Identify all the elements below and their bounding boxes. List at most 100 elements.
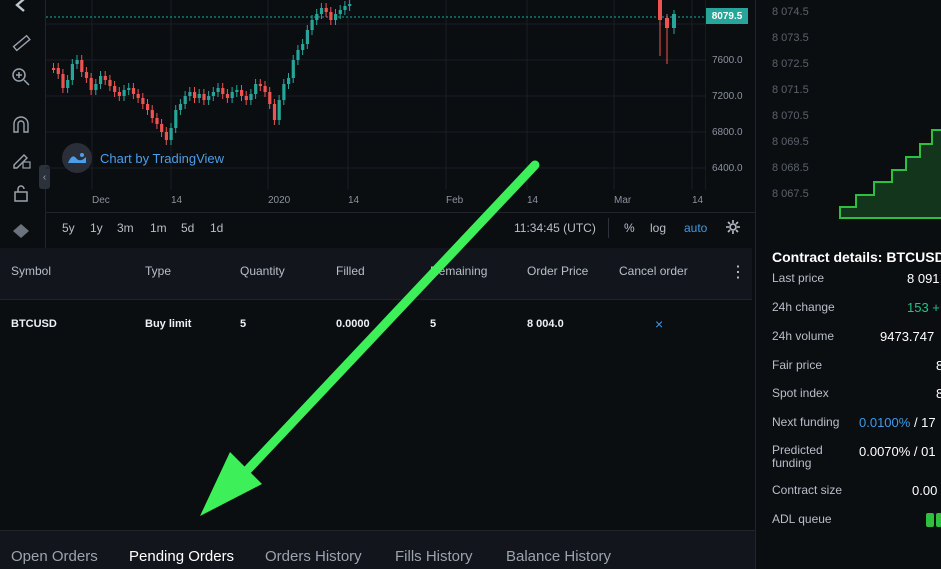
candle-body xyxy=(258,84,262,86)
tradingview-link[interactable]: Chart by TradingView xyxy=(100,151,224,166)
x-axis-label: 14 xyxy=(527,195,539,206)
candle-body xyxy=(113,86,117,92)
candle-body xyxy=(202,94,206,100)
tab-open-orders[interactable]: Open Orders xyxy=(11,548,98,565)
depth-price-label: 8 073.5 xyxy=(772,32,809,44)
candle-body xyxy=(301,44,305,50)
log-scale-button[interactable]: log xyxy=(650,221,666,235)
auto-scale-button[interactable]: auto xyxy=(684,221,707,235)
candle-body xyxy=(324,8,328,12)
depth-price-label: 8 070.5 xyxy=(772,110,809,122)
range-5y-button[interactable]: 5y xyxy=(62,221,75,235)
tab-orders-history[interactable]: Orders History xyxy=(265,548,362,565)
candle-body xyxy=(80,60,84,72)
x-axis-label: 14 xyxy=(171,195,183,206)
y-axis-label: 6800.0 xyxy=(712,127,743,138)
depth-price-label: 8 067.5 xyxy=(772,188,809,200)
candle-body xyxy=(319,8,324,14)
candle-body xyxy=(658,0,662,20)
candle-body xyxy=(160,124,164,132)
magnet-icon[interactable] xyxy=(8,112,34,138)
candle-body xyxy=(66,80,70,88)
candle-body xyxy=(136,94,140,98)
x-axis-label: 14 xyxy=(692,195,704,206)
candle-body xyxy=(315,14,319,20)
col-cancel-order[interactable]: Cancel order xyxy=(619,264,688,278)
change-24h-label: 24h change xyxy=(772,300,835,314)
range-5d-button[interactable]: 5d xyxy=(181,221,194,235)
candle-body xyxy=(127,88,131,90)
chart-controls-bar: 5y 1y 3m 1m 5d 1d 11:34:45 (UTC) % log a… xyxy=(46,212,755,242)
x-axis-label: Dec xyxy=(92,195,110,206)
adl-queue-label: ADL queue xyxy=(772,512,832,526)
tradingview-brand[interactable]: Chart by TradingView xyxy=(62,143,224,173)
contract-details-title: Contract details: BTCUSD xyxy=(772,249,941,265)
percent-scale-button[interactable]: % xyxy=(624,221,635,235)
candle-body xyxy=(89,78,93,90)
visibility-icon[interactable] xyxy=(8,218,34,244)
candle-body xyxy=(75,60,79,64)
y-axis-label: 7600.0 xyxy=(712,55,743,66)
candle-body xyxy=(174,110,178,128)
tab-fills-history[interactable]: Fills History xyxy=(395,548,473,565)
zoom-in-icon[interactable] xyxy=(8,64,34,90)
candle-body xyxy=(61,74,65,88)
fair-price-value: 8 xyxy=(936,358,941,373)
candle-body xyxy=(146,104,150,110)
x-axis-label: Feb xyxy=(446,195,464,206)
lock-drawing-icon[interactable] xyxy=(8,146,34,172)
order-symbol: BTCUSD xyxy=(11,318,57,330)
order-quantity: 5 xyxy=(240,318,247,330)
range-1d-button[interactable]: 1d xyxy=(210,221,223,235)
candle-body xyxy=(197,94,201,98)
candle-body xyxy=(263,86,267,92)
volume-24h-value: 9473.747 xyxy=(880,329,935,344)
unlock-icon[interactable] xyxy=(8,180,34,206)
depth-price-label: 8 069.5 xyxy=(772,136,809,148)
back-arrow-icon[interactable] xyxy=(8,0,34,18)
ruler-icon[interactable] xyxy=(8,30,34,56)
contract-size-value: 0.00 xyxy=(912,483,938,498)
candle-body xyxy=(94,84,98,90)
col-filled[interactable]: Filled xyxy=(336,264,365,278)
x-axis-label: Mar xyxy=(614,195,632,206)
adl-indicator xyxy=(926,513,934,527)
adl-indicator xyxy=(936,513,941,527)
cancel-order-icon[interactable]: × xyxy=(655,316,663,332)
range-1y-button[interactable]: 1y xyxy=(90,221,103,235)
table-menu-icon[interactable]: ⋮ xyxy=(730,262,746,284)
candle-body xyxy=(169,128,173,140)
tab-pending-orders[interactable]: Pending Orders xyxy=(129,548,234,565)
candle-body xyxy=(230,92,234,98)
col-type[interactable]: Type xyxy=(145,264,171,278)
range-3m-button[interactable]: 3m xyxy=(117,221,134,235)
orders-tabs: Open Orders Pending Orders Orders Histor… xyxy=(0,530,755,569)
chart-settings-gear-icon[interactable] xyxy=(725,219,741,238)
tradingview-logo-icon xyxy=(62,143,92,173)
order-filled: 0.0000 xyxy=(336,318,370,330)
candle-body xyxy=(291,60,295,78)
orders-table-header: Symbol Type Quantity Filled Remaining Or… xyxy=(0,248,752,300)
col-quantity[interactable]: Quantity xyxy=(240,264,285,278)
candle-body xyxy=(338,10,342,14)
fair-price-label: Fair price xyxy=(772,358,823,372)
range-1m-button[interactable]: 1m xyxy=(150,221,167,235)
candle-body xyxy=(305,30,309,44)
candle-body xyxy=(99,76,103,84)
orders-panel: Symbol Type Quantity Filled Remaining Or… xyxy=(0,248,755,569)
col-order-price[interactable]: Order Price xyxy=(527,264,588,278)
price-chart[interactable]: ‹ 8079.5 7600.0 7200.0 6800.0 6400.0 Dec… xyxy=(0,0,755,248)
candle-body xyxy=(272,104,277,120)
candle-body xyxy=(254,84,258,94)
candle-body xyxy=(235,90,239,92)
tab-balance-history[interactable]: Balance History xyxy=(506,548,611,565)
candlestick-plot xyxy=(46,0,706,190)
candle-body xyxy=(188,92,192,96)
candle-body xyxy=(244,96,248,100)
divider xyxy=(608,218,609,238)
col-remaining[interactable]: Remaining xyxy=(430,264,487,278)
candle-body xyxy=(240,90,244,96)
last-price-label: Last price xyxy=(772,271,825,285)
candle-body xyxy=(277,100,281,120)
col-symbol[interactable]: Symbol xyxy=(11,264,51,278)
